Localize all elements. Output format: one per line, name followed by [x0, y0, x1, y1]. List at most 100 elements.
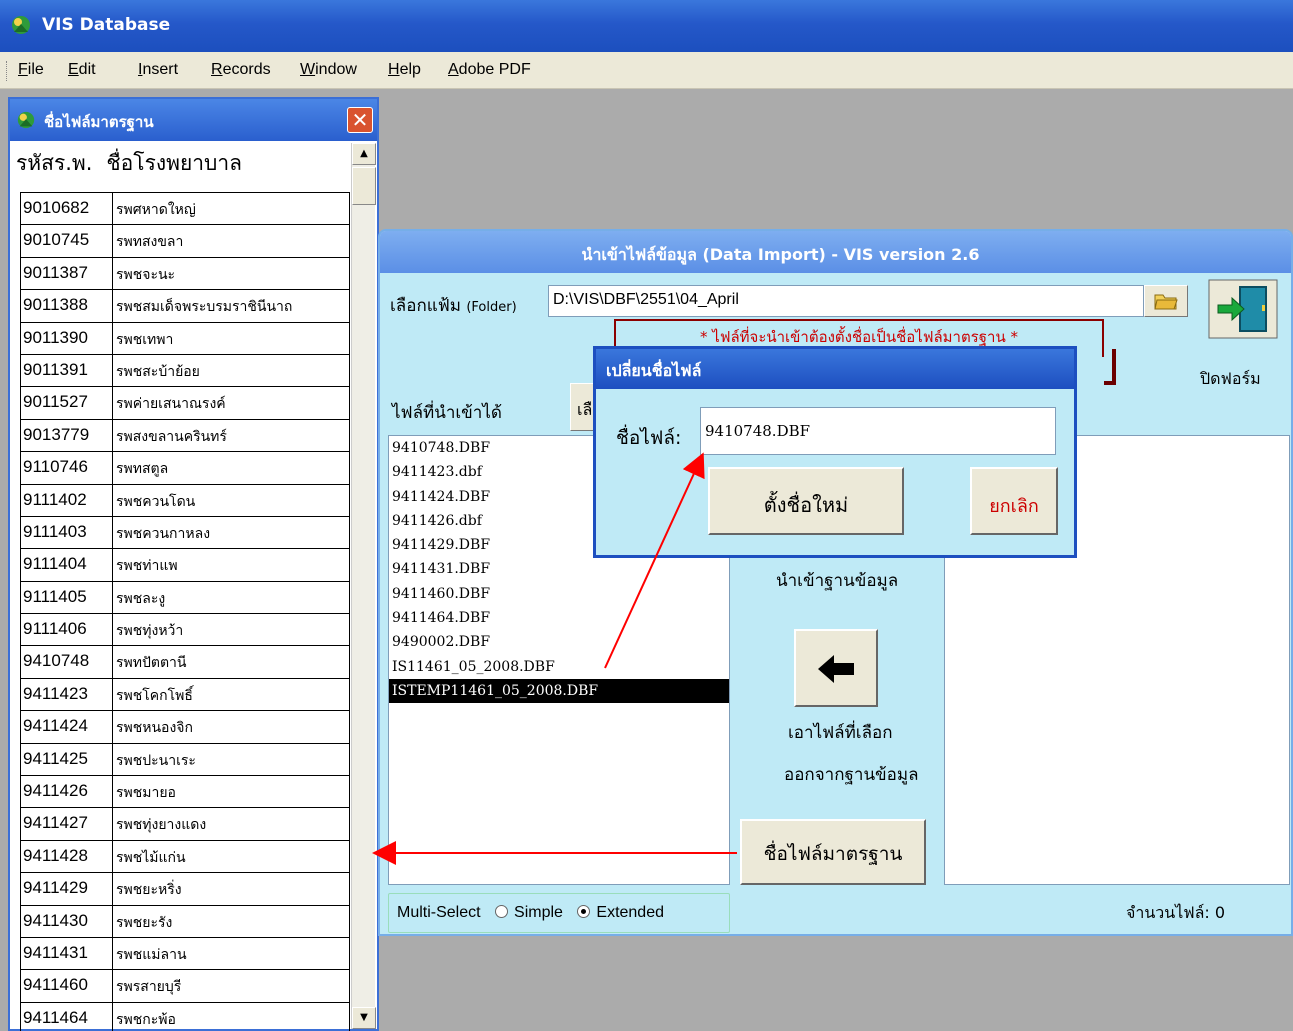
menu-adobe-pdf[interactable]: Adobe PDF	[448, 61, 531, 79]
hospital-code-cell[interactable]: 9411430	[20, 905, 113, 937]
list-item[interactable]: 9490002.DBF	[389, 630, 729, 654]
table-row[interactable]: 9411428 รพชไม้แก่น	[20, 839, 350, 873]
list-item[interactable]: IS11461_05_2008.DBF	[389, 655, 729, 679]
table-row[interactable]: 9411460 รพรสายบุรี	[20, 969, 350, 1002]
table-row[interactable]: 9011387 รพชจะนะ	[20, 256, 350, 290]
table-row[interactable]: 9011391 รพชสะบ้าย้อย	[20, 353, 350, 387]
panel-scrollbar[interactable]: ▲ ▼	[351, 143, 376, 1029]
hospital-name-cell[interactable]: รพชเทพา	[113, 322, 350, 354]
hospital-name-cell[interactable]: รพชไม้แก่น	[113, 840, 350, 873]
hospital-code-cell[interactable]: 9411427	[20, 808, 113, 840]
hospital-code-cell[interactable]: 9111403	[20, 516, 113, 549]
hospital-name-cell[interactable]: รพชจะนะ	[113, 257, 350, 290]
radio-extended[interactable]	[577, 905, 591, 918]
hospital-name-cell[interactable]: รพสงขลานครินทร์	[113, 419, 350, 452]
folder-path-field[interactable]: D:\VIS\DBF\2551\04_April	[548, 285, 1144, 317]
hospital-name-cell[interactable]: รพชสมเด็จพระบรมราชินีนาถ	[113, 290, 350, 322]
hospital-code-cell[interactable]: 9411424	[20, 711, 113, 743]
table-row[interactable]: 9411464 รพชกะพ้อ	[20, 1001, 350, 1031]
menu-records[interactable]: Records	[211, 61, 271, 79]
table-row[interactable]: 9010745 รพทสงขลา	[20, 224, 350, 257]
hospital-code-cell[interactable]: 9411464	[20, 1002, 113, 1031]
hospital-code-cell[interactable]: 9011391	[20, 354, 113, 387]
import-dialog-title[interactable]: นำเข้าไฟล์ข้อมูล (Data Import) - VIS ver…	[380, 231, 1291, 273]
table-row[interactable]: 9011390 รพชเทพา	[20, 321, 350, 354]
hospital-name-cell[interactable]: รพชมายอ	[113, 776, 350, 808]
hospital-name-cell[interactable]: รพชแม่ลาน	[113, 937, 350, 970]
table-row[interactable]: 9411430 รพชยะรัง	[20, 904, 350, 937]
hospital-code-cell[interactable]: 9411425	[20, 743, 113, 776]
hospital-code-cell[interactable]: 9011390	[20, 322, 113, 354]
scroll-thumb[interactable]	[352, 167, 376, 205]
table-row[interactable]: 9011388 รพชสมเด็จพระบรมราชินีนาถ	[20, 289, 350, 322]
table-row[interactable]: 9111404 รพชท่าแพ	[20, 548, 350, 581]
hospital-name-cell[interactable]: รพรสายบุรี	[113, 970, 350, 1002]
hospital-code-cell[interactable]: 9110746	[20, 452, 113, 484]
hospital-name-cell[interactable]: รพชทุ่งหว้า	[113, 614, 350, 646]
table-row[interactable]: 9013779 รพสงขลานครินทร์	[20, 418, 350, 452]
list-item[interactable]: 9411460.DBF	[389, 582, 729, 606]
hospital-name-cell[interactable]: รพชท่าแพ	[113, 549, 350, 581]
menu-insert[interactable]: Insert	[138, 61, 178, 79]
table-row[interactable]: 9411431 รพชแม่ลาน	[20, 936, 350, 970]
hospital-code-cell[interactable]: 9010682	[20, 193, 113, 225]
hospital-code-cell[interactable]: 9111402	[20, 484, 113, 516]
rename-input[interactable]: 9410748.DBF	[700, 407, 1056, 455]
table-row[interactable]: 9111405 รพชละงู	[20, 580, 350, 614]
scroll-down-icon[interactable]: ▼	[352, 1007, 376, 1029]
radio-simple[interactable]	[495, 905, 509, 918]
hospital-name-cell[interactable]: รพชโคกโพธิ์	[113, 678, 350, 711]
hospital-name-cell[interactable]: รพค่ายเสนาณรงค์	[113, 387, 350, 419]
menu-edit[interactable]: Edit	[68, 61, 96, 79]
hospital-code-cell[interactable]: 9411428	[20, 840, 113, 873]
table-row[interactable]: 9111406 รพชทุ่งหว้า	[20, 613, 350, 646]
close-icon[interactable]: ✕	[347, 107, 373, 133]
table-row[interactable]: 9410748 รพทปัตตานี	[20, 645, 350, 678]
table-row[interactable]: 9010682 รพศหาดใหญ่	[20, 192, 350, 225]
hospital-code-cell[interactable]: 9111404	[20, 549, 113, 581]
hospital-name-cell[interactable]: รพชควนกาหลง	[113, 516, 350, 549]
standard-names-button[interactable]: ชื่อไฟล์มาตรฐาน	[740, 819, 926, 885]
hospital-name-cell[interactable]: รพทสงขลา	[113, 225, 350, 257]
table-row[interactable]: 9110746 รพทสตูล	[20, 451, 350, 484]
menu-help[interactable]: Help	[388, 61, 421, 79]
hospital-code-cell[interactable]: 9411460	[20, 970, 113, 1002]
hospital-name-cell[interactable]: รพชสะบ้าย้อย	[113, 354, 350, 387]
table-row[interactable]: 9411427 รพชทุ่งยางแดง	[20, 807, 350, 840]
table-row[interactable]: 9011527 รพค่ายเสนาณรงค์	[20, 386, 350, 419]
hospital-name-cell[interactable]: รพทสตูล	[113, 452, 350, 484]
panel-titlebar[interactable]: ชื่อไฟล์มาตรฐาน ✕	[10, 99, 377, 141]
rename-dialog-title[interactable]: เปลี่ยนชื่อไฟล์	[596, 349, 1074, 389]
hospital-code-cell[interactable]: 9111405	[20, 581, 113, 614]
hospital-code-cell[interactable]: 9011388	[20, 290, 113, 322]
hospital-code-cell[interactable]: 9013779	[20, 419, 113, 452]
hospital-name-cell[interactable]: รพชทุ่งยางแดง	[113, 808, 350, 840]
radio-simple-label[interactable]: Simple	[514, 904, 563, 921]
hospital-code-cell[interactable]: 9111406	[20, 614, 113, 646]
table-row[interactable]: 9411429 รพชยะหริ่ง	[20, 872, 350, 905]
table-row[interactable]: 9111403 รพชควนกาหลง	[20, 515, 350, 549]
table-row[interactable]: 9411425 รพชปะนาเระ	[20, 742, 350, 776]
table-row[interactable]: 9411423 รพชโคกโพธิ์	[20, 677, 350, 711]
hospital-code-cell[interactable]: 9011527	[20, 387, 113, 419]
hospital-name-cell[interactable]: รพชควนโดน	[113, 484, 350, 516]
app-titlebar[interactable]: VIS Database	[0, 0, 1293, 52]
table-row[interactable]: 9411424 รพชหนองจิก	[20, 710, 350, 743]
hospital-name-cell[interactable]: รพชปะนาเระ	[113, 743, 350, 776]
radio-extended-label[interactable]: Extended	[596, 904, 664, 921]
hospital-code-cell[interactable]: 9011387	[20, 257, 113, 290]
rename-cancel-button[interactable]: ยกเลิก	[970, 467, 1058, 535]
hospital-name-cell[interactable]: รพชหนองจิก	[113, 711, 350, 743]
hospital-name-cell[interactable]: รพชกะพ้อ	[113, 1002, 350, 1031]
hospital-code-cell[interactable]: 9411431	[20, 937, 113, 970]
table-row[interactable]: 9411426 รพชมายอ	[20, 775, 350, 808]
hospital-code-cell[interactable]: 9411429	[20, 873, 113, 905]
list-item[interactable]: ISTEMP11461_05_2008.DBF	[389, 678, 729, 704]
open-folder-icon[interactable]	[1144, 285, 1188, 317]
hospital-code-cell[interactable]: 9411426	[20, 776, 113, 808]
rename-ok-button[interactable]: ตั้งชื่อใหม่	[708, 467, 904, 535]
hospital-name-cell[interactable]: รพชยะรัง	[113, 905, 350, 937]
list-item[interactable]: 9411431.DBF	[389, 557, 729, 581]
hospital-name-cell[interactable]: รพชยะหริ่ง	[113, 873, 350, 905]
menu-window[interactable]: Window	[300, 61, 357, 79]
